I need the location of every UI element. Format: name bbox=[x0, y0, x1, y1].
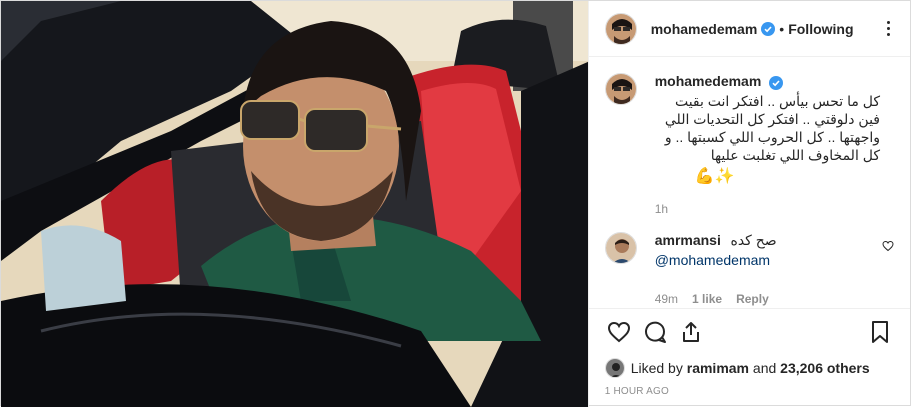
likes-middle: and bbox=[752, 360, 777, 376]
caption-emojis: 💪✨ bbox=[694, 167, 735, 185]
caption-body: mohamedemam كل ما تحس بيأس .. افتكر انت … bbox=[655, 73, 894, 216]
comment-likes[interactable]: 1 like bbox=[692, 292, 722, 306]
likes-prefix: Liked by bbox=[630, 360, 683, 376]
comment-body: amrmansi صح كده @mohamedemam 49m 1 like … bbox=[655, 232, 894, 306]
comment-icon[interactable] bbox=[637, 314, 673, 350]
post-header: mohamedemam • Following bbox=[588, 1, 910, 57]
caption-username[interactable]: mohamedemam bbox=[655, 73, 762, 89]
more-options-icon[interactable] bbox=[883, 17, 894, 40]
caption: mohamedemam كل ما تحس بيأس .. افتكر انت … bbox=[604, 73, 894, 216]
share-icon[interactable] bbox=[673, 314, 709, 350]
author-username[interactable]: mohamedemam bbox=[651, 21, 758, 37]
comment-mention-link[interactable]: @mohamedemam bbox=[655, 252, 894, 268]
liker-username[interactable]: ramimam bbox=[687, 360, 749, 376]
comment-reply-button[interactable]: Reply bbox=[736, 292, 769, 306]
caption-text: كل ما تحس بيأس .. افتكر انت بقيت فين دلو… bbox=[664, 92, 880, 163]
comment-text: صح كده bbox=[730, 231, 777, 248]
post-photo[interactable] bbox=[1, 1, 589, 407]
verified-badge-icon bbox=[761, 21, 776, 36]
caption-avatar[interactable] bbox=[604, 73, 637, 105]
comment-time[interactable]: 49m bbox=[655, 292, 678, 306]
likes-summary: Liked by ramimam and 23,206 others bbox=[589, 354, 910, 382]
following-button[interactable]: Following bbox=[788, 21, 853, 37]
heart-icon[interactable] bbox=[601, 314, 637, 350]
comment-meta: 49m 1 like Reply bbox=[655, 292, 894, 306]
comment-item: amrmansi صح كده @mohamedemam 49m 1 like … bbox=[604, 231, 894, 306]
action-bar bbox=[588, 308, 910, 354]
likes-others-link[interactable]: 23,206 others bbox=[780, 360, 870, 376]
verified-badge-icon bbox=[768, 75, 783, 90]
comment-username[interactable]: amrmansi bbox=[655, 232, 721, 248]
small-heart-icon[interactable] bbox=[882, 240, 894, 255]
header-separator: • bbox=[779, 20, 785, 37]
commenter-avatar[interactable] bbox=[604, 231, 637, 264]
post-timestamp[interactable]: 1 HOUR AGO bbox=[589, 382, 910, 407]
author-avatar[interactable] bbox=[604, 12, 637, 45]
liker-avatar[interactable] bbox=[604, 358, 625, 378]
bookmark-icon[interactable] bbox=[862, 314, 898, 350]
caption-time[interactable]: 1h bbox=[655, 202, 894, 216]
comments-section[interactable]: mohamedemam كل ما تحس بيأس .. افتكر انت … bbox=[589, 57, 910, 308]
photo-illustration bbox=[1, 1, 588, 407]
post-side-panel: mohamedemam • Following mohamedemam كل م… bbox=[588, 1, 910, 407]
instagram-post: mohamedemam • Following mohamedemam كل م… bbox=[0, 0, 911, 407]
